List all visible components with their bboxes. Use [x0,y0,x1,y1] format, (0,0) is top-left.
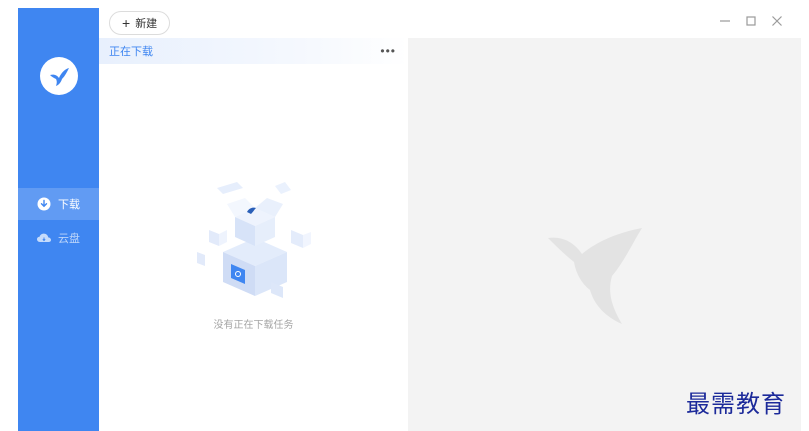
title-bar: + 新建 [99,8,801,38]
detail-panel [408,38,801,431]
bird-watermark-icon [548,228,642,324]
sidebar-item-label: 下载 [58,199,80,211]
minimize-icon[interactable] [719,14,731,28]
close-icon[interactable] [771,14,783,28]
sidebar: 下载 云盘 [18,8,99,431]
plus-icon: + [122,15,131,31]
window-controls [719,14,783,28]
more-options-button[interactable]: ••• [380,44,396,58]
empty-state-illustration [197,182,311,298]
new-task-button[interactable]: + 新建 [109,11,171,35]
new-task-label: 新建 [135,18,158,30]
empty-state-text: 没有正在下载任务 [213,320,294,331]
corner-watermark: 最需教育 [686,390,786,418]
cloud-icon [36,230,52,246]
maximize-icon[interactable] [745,14,757,28]
list-header: 正在下载 ••• [99,38,408,64]
sidebar-item-download[interactable]: 下载 [18,188,99,220]
downloading-tab[interactable]: 正在下载 [109,43,153,59]
download-icon [36,196,52,212]
app-logo-icon [40,57,78,95]
download-list-panel: 正在下载 ••• 没有正在下载任务 [99,38,408,431]
sidebar-item-label: 云盘 [58,233,80,245]
sidebar-item-cloud[interactable]: 云盘 [18,222,99,254]
